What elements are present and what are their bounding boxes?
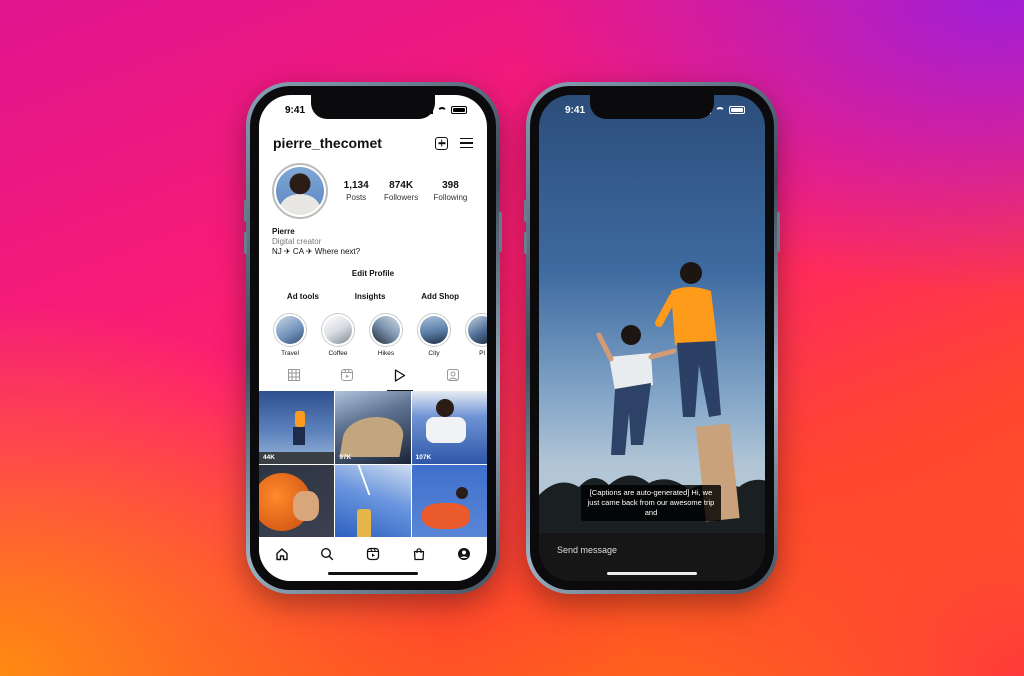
grid-icon	[287, 369, 300, 381]
stat-label: Posts	[346, 193, 367, 202]
stat-value: 398	[442, 180, 459, 191]
stat-following[interactable]: 398 Following	[434, 180, 468, 202]
shop-icon[interactable]	[412, 547, 426, 561]
grid-item[interactable]	[259, 465, 335, 538]
hamburger-menu-icon[interactable]	[460, 137, 473, 149]
view-count: 97K	[339, 454, 352, 461]
volume-up-button	[524, 200, 527, 222]
power-button	[499, 212, 502, 252]
profile-tabs	[259, 357, 487, 391]
bio: Pierre Digital creator NJ ✈ CA ✈ Where n…	[259, 221, 487, 257]
reel-screen: 9:41 [Captions are auto-generated] Hi, w…	[539, 95, 765, 581]
bio-text: NJ ✈ CA ✈ Where next?	[272, 247, 361, 256]
stat-label: Followers	[384, 193, 419, 202]
bio-name: Pierre	[272, 227, 295, 236]
highlight-label: Travel	[281, 350, 299, 357]
grid-tab[interactable]	[281, 369, 307, 391]
reel-phone: 9:41 [Captions are auto-generated] Hi, w…	[524, 82, 780, 594]
home-indicator	[607, 572, 697, 575]
story-highlights: Travel Coffee Hikes City Pl	[259, 301, 487, 357]
action-buttons: Ad tools Insights Add Shop	[259, 278, 487, 301]
phone-bezel: 9:41 pierre_thecomet 1,134 Posts 874K Fo…	[250, 86, 496, 590]
status-time: 9:41	[285, 104, 306, 116]
highlight-label: Pl	[479, 350, 485, 357]
notch	[311, 95, 435, 119]
phone-bezel: 9:41 [Captions are auto-generated] Hi, w…	[530, 86, 774, 590]
view-count: 107K	[415, 454, 432, 461]
profile-stats: 1,134 Posts 874K Followers 398 Following	[328, 180, 475, 202]
highlight-label: City	[428, 350, 440, 357]
reels-icon	[340, 369, 353, 381]
tagged-tab[interactable]	[440, 369, 466, 391]
profile-summary: 1,134 Posts 874K Followers 398 Following	[259, 155, 487, 221]
reels-tab[interactable]	[334, 369, 360, 391]
avatar[interactable]	[272, 163, 328, 219]
grid-item[interactable]: 97K	[335, 391, 411, 464]
home-icon[interactable]	[275, 547, 289, 561]
reel-scene	[539, 262, 765, 533]
battery-icon	[451, 106, 467, 114]
send-message-input[interactable]: Send message	[557, 545, 617, 555]
person-right	[655, 262, 721, 417]
wifi-icon	[715, 106, 725, 114]
stat-followers[interactable]: 874K Followers	[384, 180, 418, 202]
ad-tools-button[interactable]: Ad tools	[287, 292, 319, 301]
search-icon[interactable]	[320, 547, 334, 561]
video-grid: 44K 97K 107K	[259, 391, 487, 538]
notch	[590, 95, 714, 119]
add-shop-button[interactable]: Add Shop	[421, 292, 459, 301]
view-count: 44K	[263, 454, 275, 461]
profile-icon[interactable]	[457, 547, 471, 561]
stat-value: 1,134	[343, 180, 369, 191]
profile-header: pierre_thecomet	[259, 125, 487, 155]
volume-up-button	[244, 200, 247, 222]
wifi-icon	[437, 106, 447, 114]
bottom-nav	[259, 537, 487, 581]
highlight-label: Hikes	[377, 350, 395, 357]
videos-tab[interactable]	[386, 369, 413, 391]
auto-caption: [Captions are auto-generated] Hi, we jus…	[581, 485, 721, 521]
plus-square-icon[interactable]	[435, 136, 448, 150]
tagged-icon	[446, 369, 459, 381]
highlight-coffee[interactable]: Coffee	[320, 313, 356, 357]
highlight-pl[interactable]: Pl	[464, 313, 487, 357]
highlight-label: Coffee	[328, 350, 348, 357]
reel-video[interactable]	[539, 95, 765, 533]
highlight-hikes[interactable]: Hikes	[368, 313, 404, 357]
play-icon	[394, 369, 405, 382]
grid-item[interactable]	[411, 465, 487, 538]
grid-item[interactable]: 44K	[259, 391, 335, 464]
edit-profile-button[interactable]: Edit Profile	[259, 269, 487, 278]
grid-item[interactable]: 107K	[411, 391, 487, 464]
stat-posts[interactable]: 1,134 Posts	[344, 180, 369, 202]
bio-category: Digital creator	[272, 237, 322, 246]
power-button	[777, 212, 780, 252]
stat-value: 874K	[389, 180, 414, 191]
volume-down-button	[524, 232, 527, 254]
home-indicator	[328, 572, 418, 575]
insights-button[interactable]: Insights	[355, 292, 386, 301]
highlight-travel[interactable]: Travel	[272, 313, 308, 357]
battery-icon	[729, 106, 745, 114]
status-time: 9:41	[565, 104, 586, 116]
highlight-city[interactable]: City	[416, 313, 452, 357]
reels-icon[interactable]	[366, 547, 380, 561]
profile-phone: 9:41 pierre_thecomet 1,134 Posts 874K Fo…	[244, 82, 502, 594]
grid-item[interactable]	[335, 465, 411, 538]
person-left	[596, 325, 677, 455]
profile-screen: 9:41 pierre_thecomet 1,134 Posts 874K Fo…	[259, 95, 487, 581]
send-message-bar[interactable]: Send message	[539, 533, 765, 581]
volume-down-button	[244, 232, 247, 254]
username: pierre_thecomet	[273, 135, 382, 151]
stat-label: Following	[433, 193, 468, 202]
